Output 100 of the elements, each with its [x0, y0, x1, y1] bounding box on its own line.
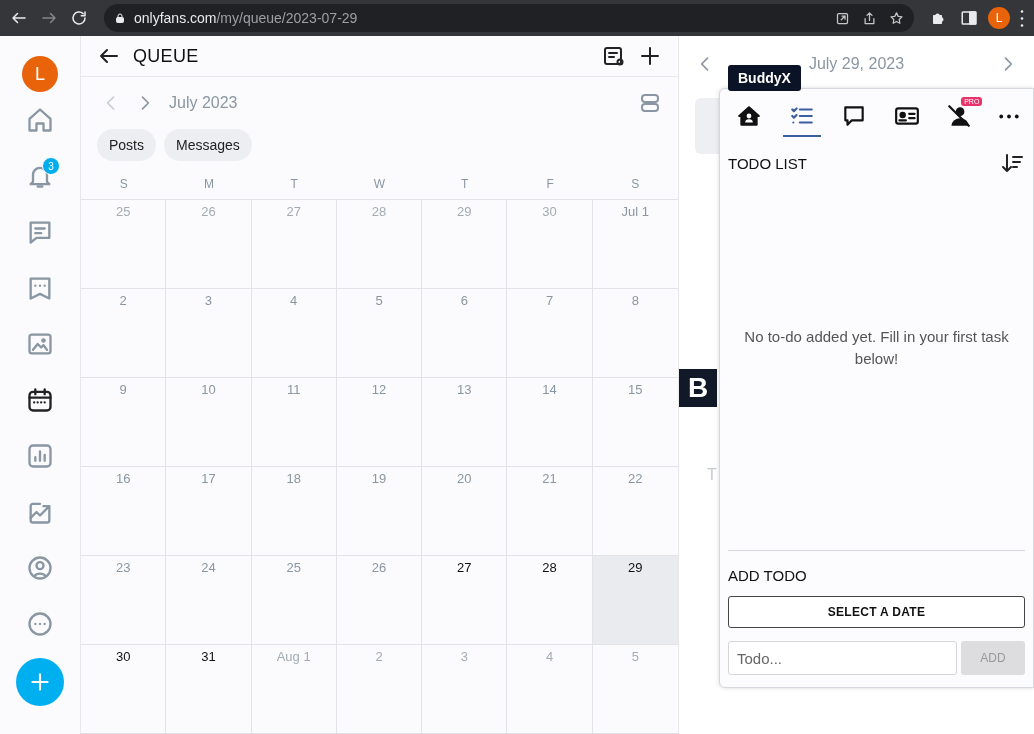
extension-launcher[interactable]: B — [679, 369, 717, 407]
section-heading: ADD TODO — [728, 567, 808, 584]
calendar-day[interactable]: 4 — [251, 289, 337, 378]
calendar-day[interactable]: 20 — [422, 467, 508, 556]
calendar-day[interactable]: 24 — [166, 556, 252, 645]
calendar-day[interactable]: 25 — [81, 200, 167, 289]
calendar-day[interactable]: 26 — [336, 556, 423, 645]
filter-chip[interactable]: Posts — [97, 129, 156, 161]
empty-message: No to-do added yet. Fill in your first task below! — [743, 326, 1010, 369]
calendar-day[interactable]: 26 — [166, 200, 252, 289]
calendar-day[interactable]: 31 — [166, 645, 252, 734]
calendar-day[interactable]: 27 — [422, 556, 508, 645]
user-avatar[interactable]: L — [22, 56, 58, 92]
weekday-label: M — [166, 171, 252, 200]
calendar-day[interactable]: Jul 1 — [592, 200, 678, 289]
calendar-day[interactable]: 23 — [81, 556, 167, 645]
calendar-day[interactable]: 5 — [592, 645, 678, 734]
person-slash-icon — [946, 103, 973, 129]
calendar-day[interactable]: 19 — [336, 467, 423, 556]
month-title: July 2023 — [169, 94, 239, 112]
calendar-day[interactable]: 17 — [166, 467, 252, 556]
calendar-day[interactable]: 4 — [507, 645, 593, 734]
sidebar-item[interactable]: 3 — [16, 148, 64, 204]
browser-menu-icon — [1020, 9, 1024, 27]
calendar-day[interactable]: 14 — [507, 378, 593, 467]
calendar-day[interactable]: 29 — [422, 200, 508, 289]
day-number: 27 — [286, 204, 301, 218]
day-number: Aug 1 — [276, 649, 311, 663]
calendar-day[interactable]: 30 — [81, 645, 167, 734]
day-number: 25 — [115, 204, 131, 218]
reload-icon — [70, 9, 88, 27]
day-number: 29 — [457, 204, 472, 218]
calendar-day[interactable]: 8 — [592, 289, 678, 378]
day-number: 27 — [457, 560, 472, 574]
day-number: 21 — [542, 471, 557, 485]
calendar-day[interactable]: 3 — [166, 289, 252, 378]
day-number: 5 — [375, 293, 383, 307]
filter-chip[interactable]: Messages — [164, 129, 252, 161]
lock-icon — [114, 12, 126, 24]
calendar-day[interactable]: 9 — [81, 378, 167, 467]
browser-menu-button[interactable] — [1018, 7, 1026, 29]
calendar-day[interactable]: 27 — [251, 200, 337, 289]
tooltip: BuddyX — [728, 65, 801, 91]
view-toggle-button[interactable] — [638, 91, 662, 115]
calendar-day[interactable]: 21 — [507, 467, 593, 556]
calendar-day[interactable]: 29 — [592, 556, 678, 645]
select-date-button[interactable]: SELECT A DATE — [728, 596, 1025, 628]
bar-chart-icon — [26, 442, 54, 470]
calendar-day[interactable]: 15 — [592, 378, 678, 467]
weekday-label: W — [336, 171, 423, 200]
day-title: July 29, 2023 — [808, 55, 905, 73]
weekday-label: T — [251, 171, 337, 200]
calendar-day[interactable]: 10 — [166, 378, 252, 467]
day-number: 18 — [286, 471, 301, 485]
calendar-day[interactable]: 28 — [336, 200, 423, 289]
calendar-day[interactable]: 11 — [251, 378, 337, 467]
day-number: 26 — [201, 204, 216, 218]
calendar-day[interactable]: 16 — [81, 467, 167, 556]
sort-icon — [1001, 151, 1025, 175]
calendar-day[interactable]: 6 — [422, 289, 508, 378]
calendar-day[interactable]: 18 — [251, 467, 337, 556]
list-settings-button[interactable] — [602, 44, 626, 68]
day-number: 9 — [119, 382, 127, 396]
day-number: 24 — [201, 560, 216, 574]
add-button[interactable] — [638, 44, 662, 68]
day-number: 3 — [204, 293, 213, 307]
day-number: 30 — [115, 649, 131, 663]
address-bar[interactable]: onlyfans.com/my/queue/2023-07-29 — [104, 4, 914, 32]
calendar-day[interactable]: Aug 1 — [251, 645, 337, 734]
day-number: 26 — [371, 560, 387, 574]
calendar-day[interactable]: 7 — [507, 289, 593, 378]
day-number: 11 — [286, 382, 301, 396]
day-number: 23 — [115, 560, 131, 574]
calendar-day[interactable]: 5 — [336, 289, 423, 378]
calendar-day[interactable]: 25 — [251, 556, 337, 645]
notification-badge: 3 — [42, 157, 60, 175]
profile-icon — [26, 554, 54, 582]
sort-button[interactable] — [1001, 151, 1025, 175]
calendar-day[interactable]: 2 — [336, 645, 423, 734]
url-host: onlyfans.com — [134, 10, 217, 26]
day-number: 14 — [542, 382, 557, 396]
todo-input[interactable]: Todo... — [728, 641, 957, 675]
day-number: 4 — [290, 293, 298, 307]
empty-text: T — [707, 466, 717, 484]
calendar-day[interactable]: 12 — [336, 378, 423, 467]
calendar-day[interactable]: 13 — [422, 378, 508, 467]
day-number: 2 — [375, 649, 383, 663]
open-external-icon — [835, 10, 850, 26]
day-number: 15 — [628, 382, 643, 396]
plus-icon — [638, 44, 662, 68]
weekday-label: S — [592, 171, 678, 200]
profile-avatar[interactable]: L — [988, 7, 1010, 29]
calendar-day[interactable]: 30 — [507, 200, 593, 289]
calendar-day[interactable]: 3 — [422, 645, 508, 734]
calendar-icon — [26, 386, 54, 414]
day-number: 28 — [542, 560, 557, 574]
day-number: 28 — [371, 204, 387, 218]
day-number: 5 — [631, 649, 639, 663]
calendar-day[interactable]: 28 — [507, 556, 593, 645]
calendar-day[interactable]: 2 — [81, 289, 167, 378]
